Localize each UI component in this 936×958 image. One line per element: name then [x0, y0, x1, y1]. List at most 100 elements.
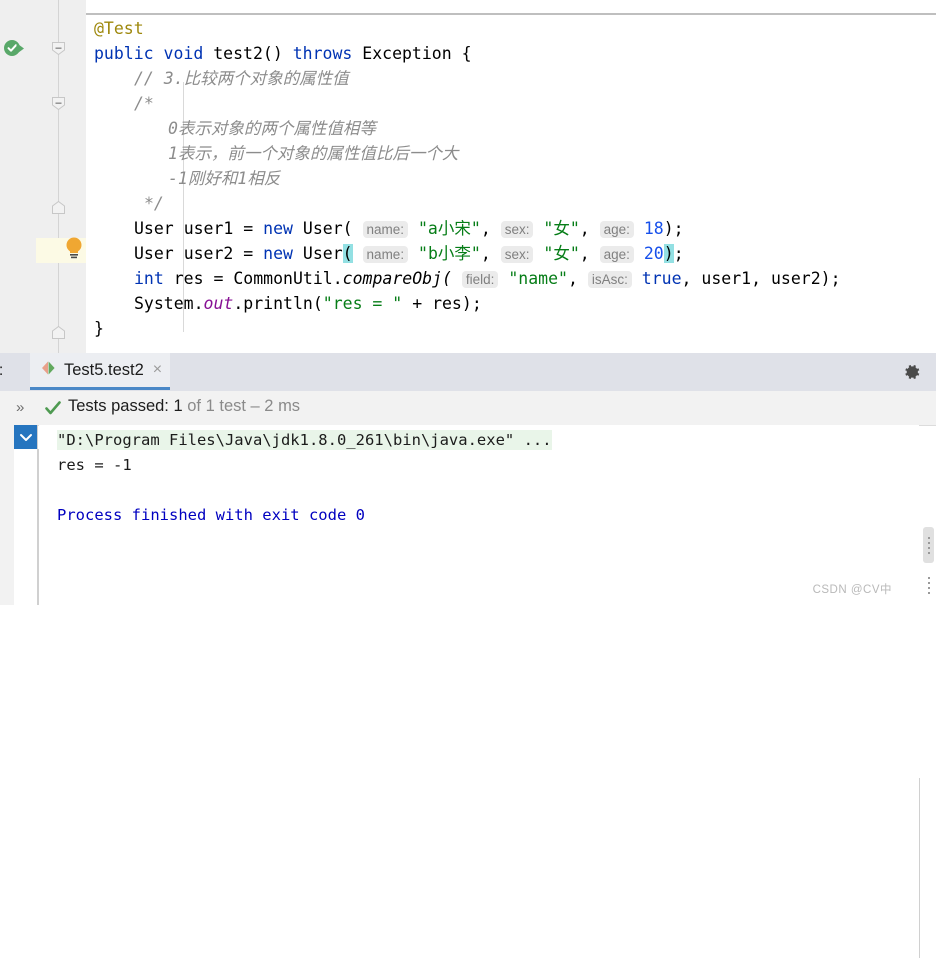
fold-collapse-icon[interactable] [51, 96, 66, 111]
comment-body-1: 0表示对象的两个属性值相等 [168, 119, 376, 138]
expand-chevrons-icon[interactable]: » [16, 399, 24, 416]
code-line-3: // 3.比较两个对象的属性值 [134, 66, 349, 91]
comment-line: // 3.比较两个对象的属性值 [134, 69, 349, 88]
string-a-xiaosong: "a小宋" [418, 219, 481, 238]
junit-test-icon [40, 360, 57, 381]
run-window-title: n: [0, 362, 3, 380]
comma: , [579, 219, 590, 238]
close-paren: ) [663, 219, 674, 238]
check-icon [44, 399, 62, 417]
type-user: User [134, 244, 174, 263]
param-hint-age: age: [599, 221, 634, 238]
code-line-12: System.out.println("res = " + res); [134, 291, 482, 316]
semicolon: ; [673, 219, 684, 238]
comma: , [681, 269, 692, 288]
kw-true: true [641, 269, 682, 288]
param-hint-name: name: [362, 246, 409, 263]
assign-op: = [243, 219, 254, 238]
method-compareobj: compareObj( [342, 269, 452, 288]
system-prefix: System. [134, 294, 204, 313]
string-res-eq: "res = " [322, 294, 403, 313]
tab-test5-test2[interactable]: Test5.test2 × [30, 353, 171, 390]
code-line-8: */ [144, 191, 164, 216]
fold-end-icon[interactable] [51, 200, 66, 215]
close-paren: ) [820, 269, 831, 288]
kw-public: public [94, 44, 154, 63]
console-stdout-line: res = -1 [57, 456, 132, 474]
semicolon: ; [471, 294, 482, 313]
resize-drag-handle[interactable] [923, 570, 934, 600]
class-commonutil: CommonUtil. [233, 269, 343, 288]
console-right-strip [920, 778, 936, 958]
param-hint-isasc: isAsc: [587, 271, 632, 288]
test-status-bar: » Tests passed: 1 of 1 test – 2 ms [0, 391, 936, 426]
kw-int: int [134, 269, 164, 288]
code-editor[interactable]: @Test public void test2() throws Excepti… [0, 0, 936, 353]
brace-close: } [94, 319, 104, 338]
var-user1: user1 [183, 219, 234, 238]
type-user: User [134, 219, 174, 238]
code-line-7: -1刚好和1相反 [168, 166, 280, 191]
brace-open: { [461, 44, 472, 63]
var-res: res [173, 269, 204, 288]
gear-icon[interactable] [902, 362, 922, 382]
param-hint-age: age: [599, 246, 634, 263]
comma: , [579, 244, 590, 263]
fold-end-icon[interactable] [51, 325, 66, 340]
console-gutter [14, 449, 39, 605]
run-tab-bar: n: Test5.test2 × [0, 353, 936, 392]
console-finished-line: Process finished with exit code 0 [57, 506, 365, 524]
editor-gutter[interactable] [36, 0, 86, 353]
kw-new: new [263, 244, 293, 263]
kw-throws: throws [292, 44, 353, 63]
comment-block-close: */ [144, 194, 164, 213]
code-line-10: User user2 = new User( name: "b小李", sex:… [134, 241, 684, 267]
code-line-11: int res = CommonUtil.compareObj( field: … [134, 266, 841, 292]
string-name: "name" [508, 269, 568, 288]
number-18: 18 [643, 219, 664, 238]
test-status-text: Tests passed: 1 of 1 test – 2 ms [68, 397, 300, 416]
field-out: out [203, 294, 234, 313]
comma: , [567, 269, 578, 288]
type-exception: Exception [362, 44, 452, 63]
java-command: "D:\Program Files\Java\jdk1.8.0_261\bin\… [57, 430, 552, 450]
param-hint-name: name: [362, 221, 409, 238]
plus-op: + [412, 294, 423, 313]
matching-paren-close: ) [663, 244, 674, 263]
code-line-2: public void test2() throws Exception { [94, 41, 472, 66]
comment-body-2: 1表示，前一个对象的属性值比后一个大 [168, 144, 459, 163]
intention-bulb-icon[interactable] [64, 236, 84, 260]
string-sex: "女" [543, 244, 580, 263]
scrollbar-drag-handle[interactable] [923, 527, 934, 563]
tests-passed-prefix: Tests passed: [68, 397, 174, 415]
arg-user2: user2 [770, 269, 821, 288]
string-sex: "女" [543, 219, 580, 238]
fold-collapse-icon[interactable] [51, 41, 66, 56]
close-icon[interactable]: × [151, 362, 162, 378]
param-hint-sex: sex: [500, 246, 534, 263]
code-line-13: } [94, 316, 104, 341]
code-text-pane[interactable]: @Test public void test2() throws Excepti… [86, 16, 936, 353]
method-declaration-name: test2() [213, 44, 283, 63]
comma: , [480, 244, 491, 263]
tests-passed-count: 1 [173, 397, 183, 415]
run-tool-window: n: Test5.test2 × » [0, 353, 936, 958]
param-hint-field: field: [461, 271, 499, 288]
ctor-user: User( [302, 219, 353, 238]
kw-new: new [263, 219, 293, 238]
code-line-5: 0表示对象的两个属性值相等 [168, 116, 376, 141]
console-output[interactable]: "D:\Program Files\Java\jdk1.8.0_261\bin\… [39, 425, 919, 605]
code-lines: @Test public void test2() throws Excepti… [86, 16, 936, 353]
number-20: 20 [643, 244, 664, 263]
run-test-passed-icon[interactable] [3, 38, 27, 60]
assign-op: = [243, 244, 254, 263]
string-b-xiaoli: "b小李" [418, 244, 481, 263]
arg-user1: user1 [701, 269, 752, 288]
tests-passed-suffix: of 1 test – 2 ms [182, 397, 301, 415]
type-user: User [302, 244, 343, 263]
comment-block-open: /* [134, 94, 154, 113]
kw-void: void [163, 44, 204, 63]
console-left-strip [0, 425, 14, 605]
chevron-down-icon[interactable] [14, 425, 38, 449]
matching-paren-open: ( [342, 244, 353, 263]
